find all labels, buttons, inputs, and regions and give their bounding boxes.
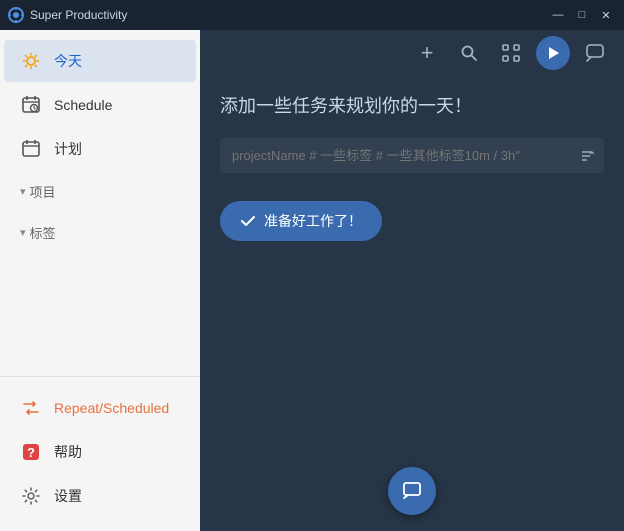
sidebar-bottom: Repeat/Scheduled ? 帮助 — [0, 376, 200, 531]
plan-label: 计划 — [54, 139, 82, 159]
help-label: 帮助 — [54, 442, 82, 462]
window-controls: — □ ✕ — [548, 5, 616, 25]
add-button[interactable]: + — [410, 36, 444, 70]
ready-button-label: 准备好工作了！ — [264, 211, 362, 231]
tags-label: 标签 — [30, 223, 56, 242]
app-title: Super Productivity — [30, 8, 548, 22]
repeat-label: Repeat/Scheduled — [54, 400, 169, 416]
fab-button[interactable] — [388, 467, 436, 515]
gear-icon — [20, 485, 42, 507]
sidebar-item-plan[interactable]: 计划 — [4, 128, 196, 170]
sidebar-item-today[interactable]: 今天 — [4, 40, 196, 82]
projects-chevron-icon: ▾ — [20, 185, 26, 198]
projects-label: 项目 — [30, 182, 56, 201]
toolbar: + — [200, 30, 624, 76]
tags-section[interactable]: ▾ 标签 — [4, 213, 196, 252]
tags-chevron-icon: ▾ — [20, 226, 26, 239]
svg-text:?: ? — [27, 445, 35, 460]
titlebar: Super Productivity — □ ✕ — [0, 0, 624, 30]
sidebar-item-repeat[interactable]: Repeat/Scheduled — [4, 387, 196, 429]
minimize-button[interactable]: — — [548, 5, 568, 25]
sidebar-item-settings[interactable]: 设置 — [4, 475, 196, 517]
task-input[interactable] — [220, 138, 604, 173]
calendar-clock-icon — [20, 94, 42, 116]
close-button[interactable]: ✕ — [596, 5, 616, 25]
ready-button[interactable]: 准备好工作了！ — [220, 201, 382, 241]
app-container: 今天 Schedule — [0, 30, 624, 531]
sidebar-item-help[interactable]: ? 帮助 — [4, 431, 196, 473]
sidebar: 今天 Schedule — [0, 30, 200, 531]
task-input-area — [220, 138, 604, 173]
sun-icon — [20, 50, 42, 72]
settings-label: 设置 — [54, 486, 82, 506]
maximize-button[interactable]: □ — [572, 5, 592, 25]
focus-button[interactable] — [494, 36, 528, 70]
projects-section[interactable]: ▾ 项目 — [4, 172, 196, 211]
search-button[interactable] — [452, 36, 486, 70]
help-icon: ? — [20, 441, 42, 463]
app-icon — [8, 7, 24, 23]
play-button[interactable] — [536, 36, 570, 70]
calendar-icon — [20, 138, 42, 160]
sidebar-item-schedule[interactable]: Schedule — [4, 84, 196, 126]
content-area: + — [200, 30, 624, 531]
main-content: 添加一些任务来规划你的一天！ 准备好工作了！ — [200, 76, 624, 531]
today-label: 今天 — [54, 51, 82, 71]
input-sort-icon — [580, 149, 594, 163]
schedule-label: Schedule — [54, 97, 112, 113]
chat-button[interactable] — [578, 36, 612, 70]
repeat-icon — [20, 397, 42, 419]
welcome-text: 添加一些任务来规划你的一天！ — [220, 92, 604, 118]
sidebar-nav: 今天 Schedule — [0, 30, 200, 376]
